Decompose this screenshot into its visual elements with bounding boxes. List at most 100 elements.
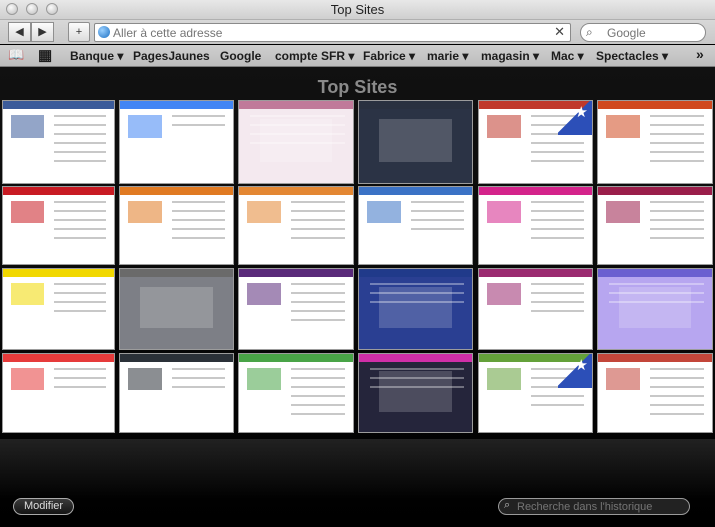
top-site-thumbnail[interactable]: [119, 353, 234, 433]
browser-window: Top Sites ◀ ▶ + ✕ ⌕ 📖 ▦ Banque ▾ PagesJa…: [0, 0, 715, 527]
thumbnail-text-line: [171, 124, 225, 126]
top-sites-grid-icon[interactable]: ▦: [38, 46, 52, 64]
top-site-thumbnail[interactable]: ★: [478, 100, 593, 184]
top-site-thumbnail[interactable]: [2, 268, 115, 350]
thumbnail-header: [598, 269, 712, 277]
thumbnail-text-line: [410, 210, 464, 212]
bookmark-banque[interactable]: Banque ▾: [70, 49, 123, 63]
top-site-thumbnail[interactable]: [358, 100, 473, 184]
bookmark-mac[interactable]: Mac ▾: [551, 49, 584, 63]
thumbnail-text-line: [54, 292, 106, 294]
thumbnail-text-line: [410, 201, 464, 203]
thumbnail-image: [606, 201, 641, 223]
thumbnail-header: [239, 101, 353, 109]
add-bookmark-button[interactable]: +: [68, 22, 90, 42]
globe-icon: [98, 26, 110, 38]
top-site-thumbnail[interactable]: [238, 186, 354, 265]
bookmark-spectacles[interactable]: Spectacles ▾: [596, 49, 668, 63]
bookmark-compte-sfr[interactable]: compte SFR ▾: [275, 49, 354, 63]
top-site-thumbnail[interactable]: [238, 268, 354, 350]
search-icon: ⌕: [504, 499, 511, 511]
top-site-thumbnail[interactable]: [478, 186, 593, 265]
thumbnail-text-line: [609, 283, 704, 285]
thumbnail-text-line: [530, 219, 584, 221]
top-site-thumbnail[interactable]: [597, 186, 713, 265]
thumbnail-image: [128, 368, 162, 390]
thumbnail-text-line: [54, 133, 106, 135]
top-site-thumbnail[interactable]: [238, 353, 354, 433]
top-site-thumbnail[interactable]: [597, 100, 713, 184]
page-title: Top Sites: [317, 77, 398, 97]
new-content-star-icon: ★: [558, 354, 592, 388]
top-site-thumbnail[interactable]: [238, 100, 354, 184]
thumbnail-text-line: [609, 301, 704, 303]
top-site-thumbnail[interactable]: [2, 353, 115, 433]
address-bar[interactable]: ✕: [94, 23, 571, 42]
thumbnail-image: [11, 283, 45, 306]
thumbnail-text-line: [650, 151, 704, 153]
history-search-input[interactable]: [517, 500, 685, 513]
thumbnail-header: [598, 354, 712, 362]
modify-button[interactable]: Modifier: [13, 498, 74, 515]
back-button[interactable]: ◀: [8, 22, 31, 42]
bookmarks-overflow-icon[interactable]: »: [696, 46, 704, 62]
thumbnail-text-line: [291, 413, 345, 415]
top-site-thumbnail[interactable]: [119, 100, 234, 184]
thumbnail-header: [479, 269, 592, 277]
thumbnail-text-line: [650, 237, 704, 239]
top-site-thumbnail[interactable]: [358, 186, 473, 265]
thumbnail-text-line: [530, 310, 584, 312]
thumbnail-text-line: [291, 201, 345, 203]
search-input[interactable]: [607, 25, 699, 40]
thumbnail-text-line: [291, 395, 345, 397]
thumbnail-text-line: [650, 115, 704, 117]
thumbnail-text-line: [530, 404, 584, 406]
thumbnail-text-line: [650, 133, 704, 135]
thumbnail-text-line: [650, 386, 704, 388]
top-site-thumbnail[interactable]: ★: [478, 353, 593, 433]
thumbnail-image: [487, 115, 521, 138]
top-site-thumbnail[interactable]: [597, 353, 713, 433]
top-site-thumbnail[interactable]: [119, 268, 234, 350]
top-site-thumbnail[interactable]: [358, 353, 473, 433]
top-site-thumbnail[interactable]: [597, 268, 713, 350]
thumbnail-text-line: [291, 368, 345, 370]
thumbnail-text-line: [171, 377, 225, 379]
star-icon: ★: [574, 104, 588, 121]
thumbnail-text-line: [530, 160, 584, 162]
history-search-field[interactable]: ⌕: [498, 498, 690, 515]
google-search-field[interactable]: ⌕: [580, 23, 706, 42]
thumbnail-image: [606, 368, 641, 390]
clear-icon[interactable]: ✕: [554, 24, 565, 40]
bookmark-google[interactable]: Google: [220, 49, 261, 63]
thumbnail-text-line: [650, 219, 704, 221]
top-site-thumbnail[interactable]: [119, 186, 234, 265]
top-site-thumbnail[interactable]: [478, 268, 593, 350]
thumbnail-text-line: [609, 292, 704, 294]
top-site-thumbnail[interactable]: [358, 268, 473, 350]
back-arrow-icon: ◀: [15, 26, 24, 38]
thumbnail-text-line: [530, 210, 584, 212]
title-bar: Top Sites: [0, 0, 715, 20]
top-site-thumbnail[interactable]: [2, 186, 115, 265]
thumbnail-text-line: [54, 228, 106, 230]
bookmark-fabrice[interactable]: Fabrice ▾: [363, 49, 415, 63]
top-site-thumbnail[interactable]: [2, 100, 115, 184]
new-content-star-icon: ★: [558, 101, 592, 135]
thumbnail-text-line: [171, 201, 225, 203]
thumbnail-image: [606, 115, 641, 138]
thumbnail-text-line: [291, 377, 345, 379]
thumbnail-header: [359, 187, 472, 195]
thumbnail-image: [128, 115, 162, 138]
reading-list-icon[interactable]: 📖: [8, 47, 24, 63]
forward-button[interactable]: ▶: [31, 22, 54, 42]
address-input[interactable]: [113, 25, 543, 40]
top-sites-view: Top Sites ★ ★ Modifier ⌕: [0, 67, 715, 527]
thumbnail-text-line: [530, 228, 584, 230]
thumbnail-text-line: [650, 395, 704, 397]
thumbnail-text-line: [171, 219, 225, 221]
bookmark-marie[interactable]: marie ▾: [427, 49, 468, 63]
bookmark-pagesjaunes[interactable]: PagesJaunes: [133, 49, 210, 63]
forward-arrow-icon: ▶: [38, 26, 47, 38]
bookmark-magasin[interactable]: magasin ▾: [481, 49, 539, 63]
